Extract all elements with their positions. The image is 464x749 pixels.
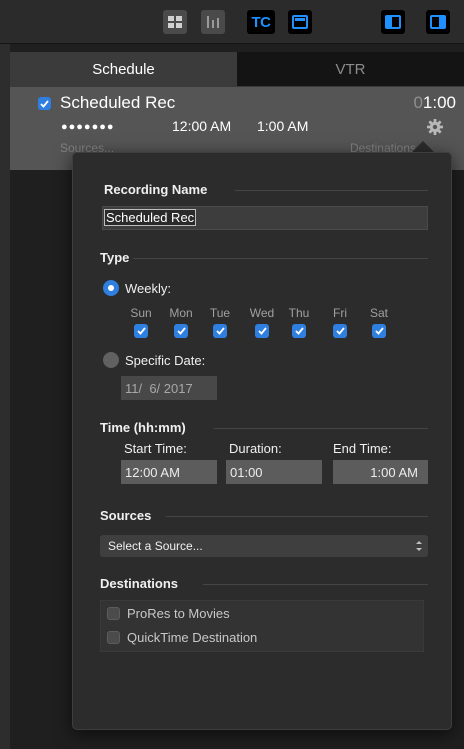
start-time-value: 12:00 AM <box>125 464 180 480</box>
grid-icon <box>168 16 182 28</box>
weekly-radio[interactable] <box>103 280 119 296</box>
day-checkbox-wed[interactable] <box>255 324 269 338</box>
duration-field[interactable]: 01:00 <box>226 460 322 484</box>
duration-label: Duration: <box>229 441 282 456</box>
type-heading: Type <box>100 250 130 265</box>
destination-label: QuickTime Destination <box>127 629 258 645</box>
duration-value: 01:00 <box>230 464 263 480</box>
timecode-button[interactable]: TC <box>247 10 275 34</box>
end-time-value: 1:00 AM <box>370 464 418 480</box>
sidebar-left-icon <box>385 15 401 29</box>
destinations-list: ProRes to Movies QuickTime Destination <box>100 600 424 652</box>
sources-heading: Sources <box>100 508 152 523</box>
day-label-mon: Mon <box>169 306 193 320</box>
recording-duration-value: 1:00 <box>422 93 456 112</box>
gear-icon[interactable] <box>426 118 444 136</box>
checkmark-icon <box>215 327 225 335</box>
checkmark-icon <box>257 327 267 335</box>
recording-start-time: 12:00 AM <box>172 118 232 134</box>
timecode-label: TC <box>251 13 272 31</box>
recording-name-heading: Recording Name <box>104 182 208 197</box>
specific-date-radio[interactable] <box>103 352 119 368</box>
section-divider <box>235 190 428 191</box>
section-divider <box>166 516 428 517</box>
specific-date-field[interactable]: 11/ 6/ 2017 <box>121 376 217 400</box>
specific-date-label: Specific Date: <box>125 353 206 368</box>
weekly-label: Weekly: <box>125 281 171 296</box>
monitor-icon <box>292 15 308 29</box>
section-divider <box>203 584 428 585</box>
toolbar: TC <box>0 0 464 44</box>
destination-checkbox[interactable] <box>107 606 120 620</box>
source-select[interactable]: Select a Source... <box>100 535 428 557</box>
destination-checkbox[interactable] <box>107 630 120 644</box>
grid-view-button[interactable] <box>163 10 187 34</box>
source-select-value: Select a Source... <box>108 539 203 553</box>
recording-name-input-value: Scheduled Rec <box>103 209 197 226</box>
recording-duration: 01:00 <box>413 93 456 113</box>
recording-enabled-checkbox[interactable] <box>38 97 51 110</box>
day-label-thu: Thu <box>288 306 310 320</box>
recording-days-indicator: ●●●●●●● <box>61 121 115 133</box>
day-checkbox-thu[interactable] <box>292 324 306 338</box>
day-label-wed: Wed <box>249 306 275 320</box>
tab-bar: Schedule VTR <box>10 52 464 86</box>
checkmark-icon <box>40 99 49 108</box>
section-divider <box>214 428 428 429</box>
select-arrows-icon <box>416 541 422 551</box>
specific-date-value: 11/ 6/ 2017 <box>125 380 193 396</box>
day-checkbox-tue[interactable] <box>213 324 227 338</box>
checkmark-icon <box>136 327 146 335</box>
day-label-fri: Fri <box>333 306 347 320</box>
destination-label: ProRes to Movies <box>127 605 230 621</box>
sidebar-right-icon <box>430 15 446 29</box>
audio-meters-button[interactable] <box>201 10 225 34</box>
day-checkbox-mon[interactable] <box>174 324 188 338</box>
tab-schedule[interactable]: Schedule <box>10 52 237 86</box>
tab-vtr[interactable]: VTR <box>237 52 464 86</box>
day-label-sat: Sat <box>369 306 388 320</box>
left-sidebar-toggle[interactable] <box>381 10 405 34</box>
start-time-field[interactable]: 12:00 AM <box>121 460 217 484</box>
video-preview-button[interactable] <box>288 10 312 34</box>
time-heading: Time (hh:mm) <box>100 420 186 435</box>
recording-duration-dim: 0 <box>413 93 423 112</box>
recording-end-time: 1:00 AM <box>257 118 309 134</box>
day-label-sun: Sun <box>130 306 152 320</box>
section-divider <box>133 258 428 259</box>
sidebar-edge <box>0 44 10 749</box>
day-checkbox-fri[interactable] <box>333 324 347 338</box>
destination-item[interactable]: ProRes to Movies <box>107 603 230 623</box>
recording-name: Scheduled Rec <box>60 93 176 112</box>
day-label-tue: Tue <box>209 306 231 320</box>
start-time-label: Start Time: <box>124 441 187 456</box>
recording-name-input[interactable]: Scheduled Rec <box>102 206 428 230</box>
end-time-label: End Time: <box>333 441 392 456</box>
checkmark-icon <box>374 327 384 335</box>
right-sidebar-toggle[interactable] <box>426 10 450 34</box>
destinations-heading: Destinations <box>100 576 179 591</box>
level-meter-icon <box>207 16 219 28</box>
checkmark-icon <box>335 327 345 335</box>
checkmark-icon <box>294 327 304 335</box>
destination-item[interactable]: QuickTime Destination <box>107 627 257 647</box>
checkmark-icon <box>176 327 186 335</box>
day-checkbox-sun[interactable] <box>134 324 148 338</box>
day-checkbox-sat[interactable] <box>372 324 386 338</box>
end-time-field[interactable]: 1:00 AM <box>333 460 428 484</box>
